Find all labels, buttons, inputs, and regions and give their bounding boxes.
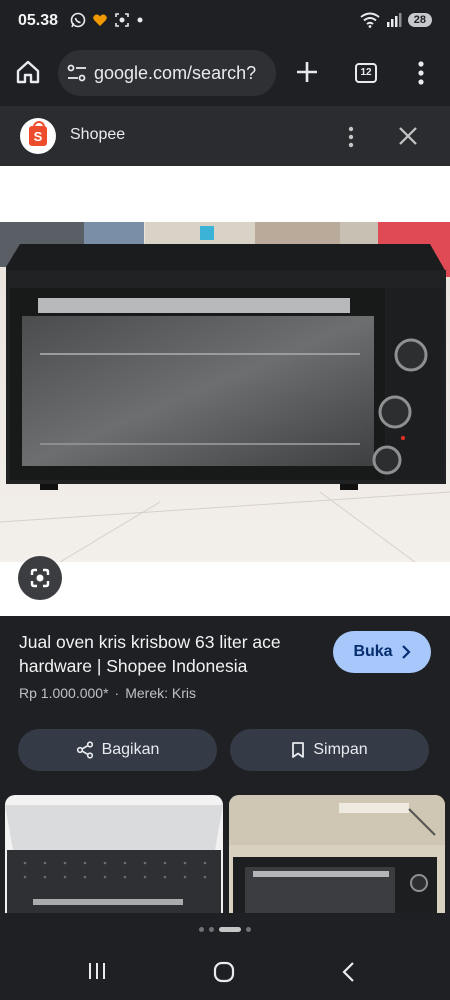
back-icon[interactable]	[340, 961, 358, 983]
tune-icon[interactable]	[66, 64, 88, 82]
home-icon[interactable]	[14, 58, 42, 86]
whatsapp-icon	[70, 12, 86, 28]
open-button-label: Buka	[353, 643, 393, 660]
share-label: Bagikan	[101, 741, 160, 758]
open-button[interactable]: Buka	[333, 631, 431, 673]
carousel-dot	[199, 926, 204, 932]
carousel-dot	[246, 926, 251, 932]
status-system-icons: 28	[360, 12, 432, 28]
save-button[interactable]: Simpan	[230, 729, 429, 771]
battery-icon: 28	[407, 13, 432, 27]
shopee-bag-icon: S	[29, 121, 47, 146]
carousel-indicator	[0, 916, 450, 942]
share-icon	[76, 741, 93, 759]
signal-icon	[386, 13, 402, 27]
carousel-dot-active	[219, 926, 241, 932]
screenshot-icon	[115, 13, 129, 27]
carousel-dot	[209, 926, 214, 932]
related-image-2[interactable]	[229, 795, 445, 913]
shopee-logo: S	[20, 118, 56, 154]
related-oven-image-2	[229, 795, 445, 913]
status-time: 05.38	[18, 12, 59, 29]
wifi-icon	[360, 12, 380, 28]
meta-separator: ·	[114, 685, 120, 701]
bookmark-icon	[292, 742, 305, 758]
result-info: Jual oven kris krisbow 63 liter ace hard…	[0, 616, 450, 916]
product-image-area	[0, 166, 450, 616]
browser-toolbar: google.com/search? 12	[0, 42, 450, 104]
google-lens-icon	[30, 568, 50, 588]
chevron-right-icon	[401, 645, 411, 659]
address-bar[interactable]: google.com/search?	[58, 50, 276, 96]
url-text: google.com/search?	[94, 63, 257, 83]
status-bar: 05.38 28	[0, 0, 450, 42]
product-brand: Merek: Kris	[125, 685, 196, 701]
product-title[interactable]: Jual oven kris krisbow 63 liter ace hard…	[19, 630, 319, 678]
product-meta: Rp 1.000.000* · Merek: Kris	[19, 685, 196, 701]
lens-button[interactable]	[18, 556, 62, 600]
product-price: Rp 1.000.000*	[19, 685, 109, 701]
system-nav-bar	[0, 942, 450, 1000]
more-vert-icon[interactable]	[414, 60, 428, 86]
plus-icon[interactable]	[294, 59, 320, 85]
sheet-title: Shopee	[70, 126, 126, 143]
dot-icon	[137, 17, 143, 23]
status-notification-icons	[70, 12, 144, 28]
sheet-more-icon[interactable]	[344, 124, 358, 150]
recent-apps-icon[interactable]	[86, 961, 108, 981]
close-icon[interactable]	[396, 124, 420, 148]
related-oven-image-1	[5, 795, 223, 913]
save-label: Simpan	[313, 741, 368, 758]
sheet-header: S Shopee	[0, 106, 450, 166]
heart-app-icon	[93, 14, 107, 26]
share-button[interactable]: Bagikan	[18, 729, 217, 771]
product-image[interactable]	[0, 222, 450, 562]
related-image-1[interactable]	[5, 795, 223, 913]
tabs-icon[interactable]: 12	[355, 63, 377, 83]
home-nav-icon[interactable]	[212, 961, 236, 983]
